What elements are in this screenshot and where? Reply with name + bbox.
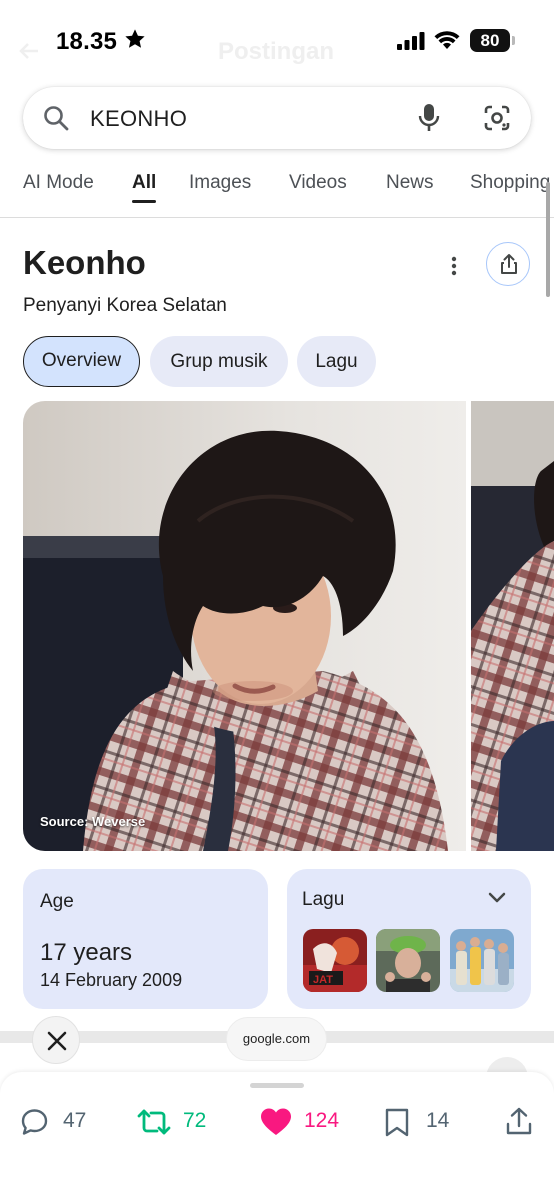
tab-videos[interactable]: Videos <box>289 172 347 194</box>
repost-count: 72 <box>183 1109 207 1132</box>
back-arrow-icon <box>19 43 38 59</box>
song-thumbnail[interactable] <box>450 929 514 992</box>
entity-name: Keonho <box>23 244 146 281</box>
like-count: 124 <box>304 1109 340 1132</box>
age-label: Age <box>40 891 74 912</box>
entity-photo[interactable] <box>23 401 466 851</box>
wifi-icon <box>434 31 460 49</box>
battery-tip <box>512 36 515 45</box>
reply-button[interactable]: 47 <box>19 1103 99 1139</box>
close-button[interactable] <box>32 1016 80 1064</box>
microphone-icon[interactable] <box>418 103 440 133</box>
portrait-illustration-2 <box>471 401 554 851</box>
browser-domain-pill[interactable]: google.com <box>226 1017 327 1061</box>
cellular-signal-icon <box>397 32 425 50</box>
reply-icon <box>21 1109 48 1135</box>
repost-button[interactable]: 72 <box>137 1103 217 1139</box>
birth-date: 14 February 2009 <box>40 970 183 990</box>
entity-photo-next[interactable] <box>471 401 554 851</box>
google-lens-icon[interactable] <box>483 104 511 132</box>
share-post-button[interactable] <box>505 1103 535 1139</box>
more-options-icon[interactable] <box>444 254 464 278</box>
scrollbar[interactable] <box>546 182 550 297</box>
songs-label: Lagu <box>302 889 345 910</box>
song-thumbnail[interactable] <box>376 929 440 992</box>
svg-text:JAT: JAT <box>313 974 333 986</box>
status-bar: Postingan 18.35 80 <box>0 0 554 82</box>
close-icon <box>47 1031 67 1051</box>
age-value: 17 years <box>40 939 133 966</box>
search-query[interactable]: KEONHO <box>90 106 187 132</box>
battery-indicator: 80 <box>470 29 510 52</box>
portrait-illustration <box>23 401 466 851</box>
sheet-handle[interactable] <box>250 1083 304 1088</box>
heart-icon <box>261 1108 291 1135</box>
songs-card[interactable]: Lagu JAT <box>287 869 531 1009</box>
search-tabs: AI Mode All Images Videos News Shopping <box>0 166 554 218</box>
clock: 18.35 <box>56 28 118 55</box>
entity-description: Penyanyi Korea Selatan <box>23 295 227 316</box>
bookmark-count: 14 <box>426 1109 450 1132</box>
tab-news[interactable]: News <box>386 172 434 194</box>
chip-grup-musik[interactable]: Grup musik <box>150 336 288 387</box>
bookmark-icon <box>385 1108 409 1137</box>
share-icon <box>506 1107 532 1135</box>
star-icon <box>125 29 145 48</box>
search-icon <box>44 106 69 131</box>
chevron-down-icon[interactable] <box>487 891 507 905</box>
share-button[interactable] <box>486 242 530 286</box>
repost-icon <box>137 1109 171 1135</box>
tab-ai-mode[interactable]: AI Mode <box>23 172 94 194</box>
faded-post-title: Postingan <box>218 38 335 65</box>
chip-overview[interactable]: Overview <box>23 336 140 387</box>
search-bar[interactable]: KEONHO <box>23 87 531 149</box>
tab-shopping[interactable]: Shopping <box>470 172 550 194</box>
age-card[interactable]: Age 17 years 14 February 2009 <box>23 869 268 1009</box>
bookmark-button[interactable]: 14 <box>384 1103 454 1139</box>
active-tab-underline <box>132 200 156 203</box>
like-button[interactable]: 124 <box>260 1103 350 1139</box>
reply-count: 47 <box>63 1109 87 1132</box>
image-source-label: Source: Weverse <box>40 814 146 829</box>
share-icon <box>501 254 517 274</box>
chip-lagu[interactable]: Lagu <box>297 336 376 387</box>
song-thumbnail[interactable]: JAT <box>303 929 367 992</box>
tab-all[interactable]: All <box>132 172 156 194</box>
tab-images[interactable]: Images <box>189 172 251 194</box>
